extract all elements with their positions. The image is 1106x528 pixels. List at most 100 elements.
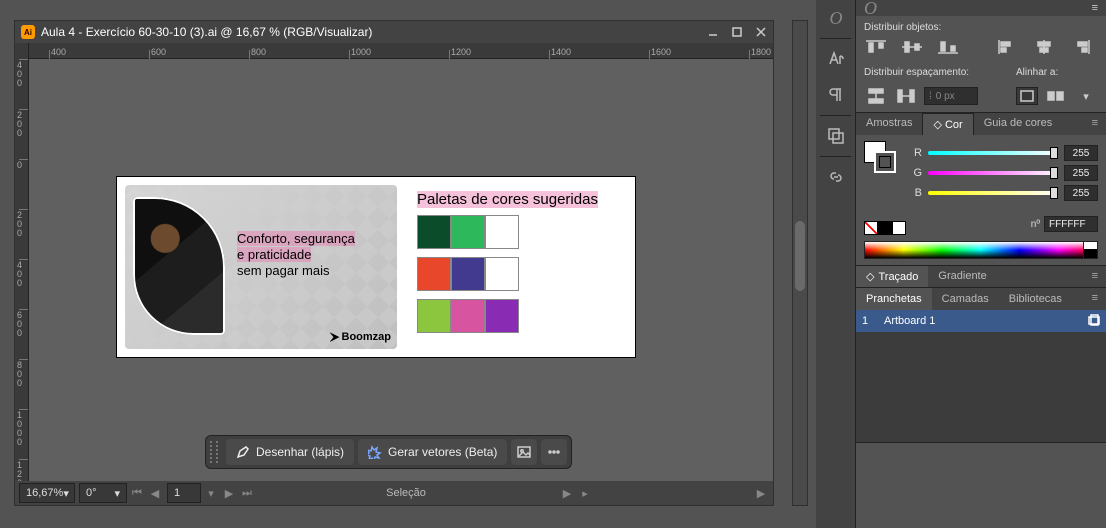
artboard-list-item[interactable]: 1 Artboard 1 — [856, 310, 1106, 332]
links-panel-icon[interactable] — [816, 159, 856, 195]
color-panel: Amostras ◇ Cor Guia de cores ≡ R — [856, 113, 1106, 266]
stroke-tab[interactable]: ◇Traçado — [856, 266, 928, 287]
ruler-horizontal[interactable]: 40060080010001200140016001800 — [29, 43, 773, 59]
palette-swatch[interactable] — [485, 257, 519, 291]
palette-swatch[interactable] — [485, 299, 519, 333]
blue-value[interactable] — [1064, 185, 1098, 201]
fill-stroke-swatches[interactable] — [864, 141, 896, 173]
generate-vectors-button[interactable]: Gerar vetores (Beta) — [358, 439, 507, 465]
palette-swatch[interactable] — [417, 257, 451, 291]
ruler-vertical[interactable]: 400200020040060080010001200 — [15, 43, 29, 481]
palette-swatch[interactable] — [417, 299, 451, 333]
palette-row — [417, 215, 519, 249]
stroke-swatch[interactable] — [874, 151, 896, 173]
artboards-tab[interactable]: Pranchetas — [856, 288, 932, 310]
align-to-dropdown[interactable]: ▾ — [1074, 86, 1098, 106]
panels-area: O ≡ Distribuir objetos: Distribuir espaç… — [856, 0, 1106, 528]
transform-panel-icon[interactable] — [816, 118, 856, 154]
green-slider-row: G — [910, 165, 1098, 181]
color-guide-tab[interactable]: Guia de cores — [974, 113, 1062, 135]
ruler-h-label: 1200 — [451, 47, 471, 57]
draw-pencil-button[interactable]: Desenhar (lápis) — [226, 439, 354, 465]
black-chip[interactable] — [878, 221, 892, 235]
dist-left-button[interactable] — [996, 37, 1020, 57]
taskbar-image-button[interactable] — [511, 439, 537, 465]
rotate-field[interactable]: 0°▾ — [79, 483, 127, 503]
scroll-right-button[interactable]: ▶ — [753, 483, 769, 503]
red-slider[interactable] — [928, 149, 1058, 157]
stroke-panel-menu[interactable]: ≡ — [1084, 266, 1106, 287]
taskbar-more-button[interactable] — [541, 439, 567, 465]
prev-artboard-button[interactable]: ◀ — [147, 483, 163, 503]
libraries-tab[interactable]: Bibliotecas — [999, 288, 1072, 310]
artboard-dropdown[interactable]: ▾ — [203, 483, 219, 503]
align-panel-menu[interactable]: ≡ — [1092, 2, 1098, 14]
last-artboard-button[interactable]: ⏭ — [239, 483, 255, 503]
blue-slider[interactable] — [928, 189, 1058, 197]
dist-bottom-button[interactable] — [936, 37, 960, 57]
dist-vcenter-button[interactable] — [900, 37, 924, 57]
character-panel-icon[interactable] — [816, 41, 856, 77]
swap-fill-stroke-icon[interactable] — [890, 137, 900, 147]
color-tab[interactable]: ◇ Cor — [922, 113, 973, 135]
canvas[interactable]: Conforto, segurança e praticidade sem pa… — [29, 59, 773, 481]
gradient-tab[interactable]: Gradiente — [928, 266, 996, 287]
default-fill-stroke-icon[interactable] — [862, 165, 872, 175]
layers-tab[interactable]: Camadas — [932, 288, 999, 310]
artwork-banner[interactable]: Conforto, segurança e praticidade sem pa… — [125, 185, 397, 349]
red-value[interactable] — [1064, 145, 1098, 161]
contextual-taskbar[interactable]: Desenhar (lápis) Gerar vetores (Beta) — [205, 435, 572, 469]
palette-row — [417, 257, 519, 291]
none-chip[interactable] — [864, 221, 878, 235]
artboards-panel-menu[interactable]: ≡ — [1084, 288, 1106, 310]
artboard-item-number: 1 — [862, 315, 876, 327]
ruler-h-label: 800 — [251, 47, 266, 57]
hex-label: nº — [1031, 219, 1040, 230]
dist-hcenter-button[interactable] — [1032, 37, 1056, 57]
taskbar-grip[interactable] — [210, 441, 218, 463]
opacity-panel-icon[interactable]: O — [816, 0, 856, 36]
artboard-number-field[interactable]: 1 — [167, 483, 201, 503]
align-to-artboard-button[interactable] — [1016, 87, 1038, 105]
ruler-h-label: 1800 — [751, 47, 771, 57]
palette-swatch[interactable] — [451, 215, 485, 249]
close-button[interactable] — [749, 21, 773, 43]
copy-line-3: sem pagar mais — [237, 263, 329, 278]
palette-swatch[interactable] — [417, 215, 451, 249]
green-value[interactable] — [1064, 165, 1098, 181]
dist-top-button[interactable] — [864, 37, 888, 57]
panel-scrollbar[interactable] — [792, 20, 808, 506]
blue-slider-row: B — [910, 185, 1098, 201]
align-to-selection-button[interactable] — [1044, 86, 1068, 106]
green-slider[interactable] — [928, 169, 1058, 177]
titlebar: Ai Aula 4 - Exercício 60-30-10 (3).ai @ … — [15, 21, 773, 43]
palette-swatch[interactable] — [451, 299, 485, 333]
spacing-value-field[interactable]: ⁞0 px — [924, 87, 978, 105]
next-artboard-button[interactable]: ▶ — [221, 483, 237, 503]
paragraph-panel-icon[interactable] — [816, 77, 856, 113]
artboard[interactable]: Conforto, segurança e praticidade sem pa… — [117, 177, 635, 357]
first-artboard-button[interactable]: ⏮ — [129, 483, 145, 503]
palette-swatch[interactable] — [485, 215, 519, 249]
align-to-label: Alinhar a: — [1016, 67, 1098, 78]
dist-right-button[interactable] — [1068, 37, 1092, 57]
color-panel-menu[interactable]: ≡ — [1084, 113, 1106, 135]
swatches-tab[interactable]: Amostras — [856, 113, 922, 135]
dist-space-v-button[interactable] — [864, 86, 888, 106]
dist-space-h-button[interactable] — [894, 86, 918, 106]
zoom-field[interactable]: 16,67%▾ — [19, 483, 75, 503]
ruler-v-label: 0 — [17, 161, 22, 170]
hex-field[interactable] — [1044, 216, 1098, 232]
maximize-button[interactable] — [725, 21, 749, 43]
minimize-button[interactable] — [701, 21, 725, 43]
app-badge: Ai — [21, 25, 35, 39]
status-more-button[interactable]: ▸ — [577, 483, 593, 503]
status-play-button[interactable]: ▶ — [559, 483, 575, 503]
ruler-h-label: 1000 — [351, 47, 371, 57]
palette-swatch[interactable] — [451, 257, 485, 291]
white-chip[interactable] — [892, 221, 906, 235]
color-spectrum[interactable] — [864, 241, 1098, 259]
artboard-orientation-icon[interactable] — [1088, 314, 1100, 329]
document-window: Ai Aula 4 - Exercício 60-30-10 (3).ai @ … — [14, 20, 774, 506]
opacity-glyph: O — [864, 0, 877, 19]
